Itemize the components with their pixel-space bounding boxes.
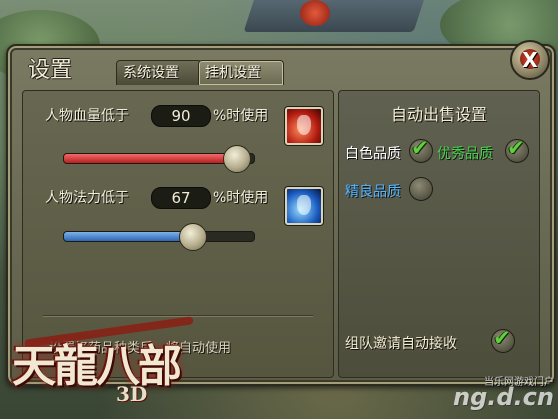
white-quality-checkbox[interactable]: ✔ (409, 136, 433, 163)
checkmark-icon: ✔ (493, 326, 511, 350)
watermark: 当乐网游戏门户 ng.d.cn (453, 373, 554, 415)
checkmark-icon: ✔ (411, 136, 429, 160)
hp-threshold-label: 人物血量低于 (45, 108, 129, 124)
mp-slider-handle[interactable] (179, 223, 207, 251)
close-button[interactable]: X (510, 40, 550, 80)
team-invite-checkbox[interactable]: ✔ (491, 326, 515, 353)
tab-system-settings[interactable]: 系统设置 (116, 60, 202, 85)
hp-slider-fill (64, 154, 237, 163)
checkmark-icon: ✔ (507, 136, 525, 160)
fine-quality-label: 精良品质 (345, 184, 401, 200)
excellent-quality-label: 优秀品质 (437, 146, 493, 162)
mp-threshold-suffix: %时使用 (213, 190, 269, 206)
hp-slider-handle[interactable] (223, 145, 251, 173)
building-roof (243, 0, 427, 32)
mp-threshold-label: 人物法力低于 (45, 190, 129, 206)
logo-title: 天龍八部 (12, 341, 182, 392)
tab-idle-settings[interactable]: 挂机设置 (198, 60, 284, 85)
white-quality-label: 白色品质 (345, 146, 401, 162)
hp-threshold-value[interactable]: 90 (151, 105, 211, 127)
team-invite-label: 组队邀请自动接收 (345, 336, 457, 352)
game-logo: 天龍八部 3D (4, 316, 214, 418)
blue-potion-icon[interactable] (285, 187, 323, 225)
watermark-domain: ng.d.cn (453, 383, 554, 411)
mp-slider-track[interactable] (63, 231, 255, 242)
bottle-icon (297, 115, 311, 135)
mp-slider-fill (64, 232, 193, 241)
logo-subtitle: 3D (116, 382, 148, 406)
auto-sell-section: 自动出售设置 白色品质 ✔ 优秀品质 ✔ 精良品质 ✔ 组队邀请自动接收 ✔ (338, 90, 540, 378)
auto-sell-title: 自动出售设置 (390, 105, 487, 124)
hp-threshold-suffix: %时使用 (213, 108, 269, 124)
excellent-quality-checkbox[interactable]: ✔ (505, 136, 529, 163)
bottle-icon (297, 195, 311, 215)
close-icon: X (522, 48, 538, 72)
lantern-icon (300, 0, 330, 26)
panel-title: 设置 (28, 58, 73, 83)
mp-threshold-value[interactable]: 67 (151, 187, 211, 209)
section-divider (43, 315, 313, 316)
fine-quality-checkbox[interactable]: ✔ (409, 177, 433, 201)
red-potion-icon[interactable] (285, 107, 323, 145)
